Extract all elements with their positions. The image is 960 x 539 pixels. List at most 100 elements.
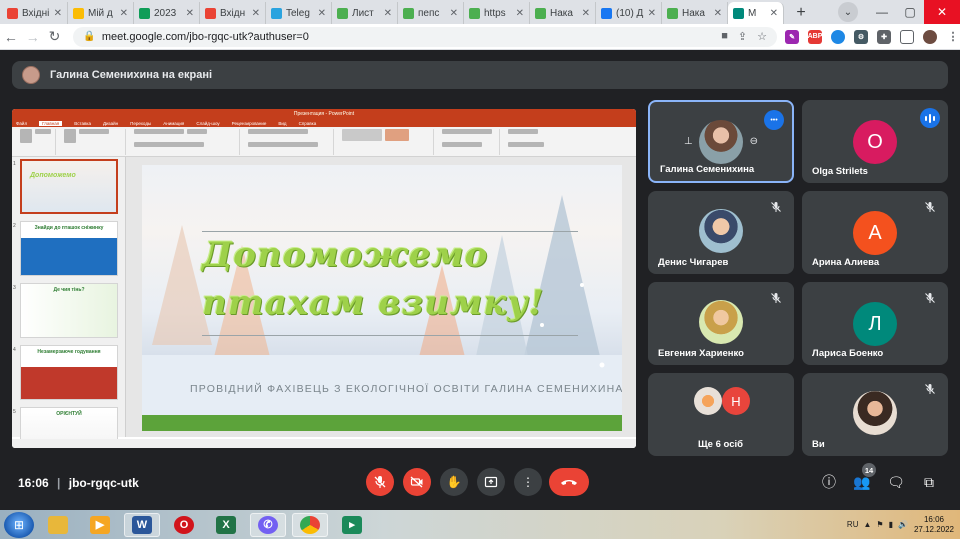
menu-kebab-icon[interactable]: ⋮ [946, 30, 960, 44]
language-indicator[interactable]: RU [847, 520, 859, 529]
participant-tile[interactable]: ••• ⊥ ⊖ Галина Семенихина [648, 100, 794, 183]
taskbar-media-player[interactable]: ▶ [82, 513, 118, 537]
share-icon[interactable]: ⇪ [738, 30, 747, 43]
tab-search-button[interactable]: ⌄ [838, 2, 858, 22]
present-screen-button[interactable] [477, 468, 505, 496]
back-button[interactable]: ← [0, 29, 22, 45]
tab-close-icon[interactable]: ✕ [582, 8, 590, 19]
microphone-toggle-button[interactable] [366, 468, 394, 496]
tab-close-icon[interactable]: ✕ [318, 8, 326, 19]
more-options-button[interactable]: ⋮ [514, 468, 542, 496]
taskbar-opera[interactable]: O [166, 513, 202, 537]
window-controls: ⌄ — ▢ ✕ [838, 0, 960, 24]
forward-button[interactable]: → [22, 29, 44, 45]
browser-tab[interactable]: Нака ✕ [662, 2, 728, 24]
close-window-button[interactable]: ✕ [924, 0, 960, 24]
blue-extension-icon[interactable] [831, 29, 845, 44]
maximize-button[interactable]: ▢ [896, 5, 924, 19]
flag-icon[interactable]: ⚑ [876, 520, 883, 529]
browser-tab[interactable]: пепс ✕ [398, 2, 464, 24]
slide-thumbnail[interactable]: Знайди до пташок сніжинку [20, 221, 118, 276]
tab-close-icon[interactable]: ✕ [384, 8, 392, 19]
more-vert-icon: ⋮ [522, 475, 534, 489]
slide-thumbnail[interactable]: Допоможемо [20, 159, 118, 214]
taskbar-app-green[interactable]: ▸ [334, 513, 370, 537]
adblock-extension-icon[interactable]: ABP [808, 29, 822, 44]
address-bar[interactable]: 🔒 meet.google.com/jbo-rgqc-utk?authuser=… [73, 26, 777, 47]
tab-close-icon[interactable]: ✕ [770, 8, 778, 19]
ribbon-group-font [130, 128, 240, 155]
ribbon-tab[interactable]: Справка [299, 121, 317, 126]
start-button[interactable]: ⊞ [4, 511, 34, 538]
ribbon-tab[interactable]: Переходы [130, 121, 151, 126]
taskbar-chrome[interactable] [292, 512, 328, 537]
browser-tab[interactable]: Вхідні ✕ [2, 2, 68, 24]
browser-tab[interactable]: 2023 ✕ [134, 2, 200, 24]
pin-icon[interactable]: ⊥ [684, 136, 693, 147]
tab-close-icon[interactable]: ✕ [54, 8, 62, 19]
show-hidden-icons-icon[interactable]: ▲ [863, 520, 871, 529]
tab-close-icon[interactable]: ✕ [120, 8, 128, 19]
leave-call-button[interactable] [549, 468, 589, 496]
browser-tab[interactable]: Нака ✕ [530, 2, 596, 24]
participant-tile[interactable]: Денис Чигарев [648, 191, 794, 274]
ribbon-tab[interactable]: Файл [16, 121, 27, 126]
bookmark-star-icon[interactable]: ☆ [757, 30, 767, 43]
ribbon-tab[interactable]: Слайд-шоу [196, 121, 219, 126]
ribbon-tab[interactable]: Вставка [74, 121, 91, 126]
ribbon-tab[interactable]: Дизайн [103, 121, 118, 126]
taskbar-word[interactable]: W [124, 512, 160, 537]
participant-tile[interactable]: Н Ще 6 осіб [648, 373, 794, 456]
tab-close-icon[interactable]: ✕ [714, 8, 722, 19]
taskbar-explorer[interactable] [40, 513, 76, 537]
tab-close-icon[interactable]: ✕ [252, 8, 260, 19]
puzzle-icon[interactable]: ✚ [877, 29, 891, 44]
camera-toggle-button[interactable] [403, 468, 431, 496]
powerpoint-titlebar: Презентация - PowerPoint [12, 109, 636, 119]
taskbar-viber[interactable]: ✆ [250, 512, 286, 537]
participant-tile[interactable]: Евгения Хариенко [648, 282, 794, 365]
minimize-button[interactable]: — [868, 5, 896, 19]
system-clock[interactable]: 16:06 27.12.2022 [914, 515, 954, 535]
mic-off-icon [770, 200, 782, 212]
activities-button[interactable]: ⧉ [920, 473, 938, 491]
participant-name: Галина Семенихина [660, 164, 755, 175]
browser-tab[interactable]: Мій д ✕ [68, 2, 134, 24]
reload-button[interactable]: ↻ [44, 28, 66, 45]
tab-label: Мій д [88, 7, 113, 19]
browser-tab[interactable]: Лист ✕ [332, 2, 398, 24]
profile-avatar[interactable] [923, 29, 937, 44]
slide-thumbnail[interactable]: Де чия тінь? [20, 283, 118, 338]
gear-extension-icon[interactable]: ⚙ [854, 29, 868, 44]
slide-thumbnail[interactable]: Незамерзаюче годування [20, 345, 118, 400]
ribbon-tab[interactable]: Анимация [163, 121, 184, 126]
meeting-details-button[interactable]: ⓘ [820, 473, 838, 491]
tab-close-icon[interactable]: ✕ [450, 8, 458, 19]
new-tab-button[interactable]: + [790, 2, 812, 24]
side-panel-icon[interactable] [900, 29, 914, 44]
browser-tab[interactable]: https ✕ [464, 2, 530, 24]
browser-tab[interactable]: Вхідн ✕ [200, 2, 266, 24]
browser-tab[interactable]: Teleg ✕ [266, 2, 332, 24]
browser-tab[interactable]: (10) Д ✕ [596, 2, 662, 24]
raise-hand-button[interactable]: ✋ [440, 468, 468, 496]
taskbar-excel[interactable]: X [208, 513, 244, 537]
ribbon-tab[interactable]: Рецензирование [232, 121, 267, 126]
ribbon-tab[interactable]: Вид [278, 121, 286, 126]
tile-more-options-button[interactable]: ••• [764, 110, 784, 130]
volume-icon[interactable]: 🔊 [898, 520, 908, 529]
tab-close-icon[interactable]: ✕ [648, 8, 656, 19]
remove-icon[interactable]: ⊖ [750, 136, 758, 147]
ribbon-tab[interactable]: Главная [39, 120, 63, 126]
participant-tile[interactable]: Л Лариса Боенко [802, 282, 948, 365]
tab-close-icon[interactable]: ✕ [186, 8, 194, 19]
network-icon[interactable]: ▮ [889, 520, 893, 529]
camera-icon[interactable]: ■ [721, 30, 728, 43]
chat-button[interactable]: 🗨 [887, 473, 905, 491]
participant-tile[interactable]: O Olga Strilets [802, 100, 948, 183]
participant-tile[interactable]: A Арина Алиева [802, 191, 948, 274]
pen-extension-icon[interactable]: ✎ [785, 29, 799, 44]
participant-tile[interactable]: Ви [802, 373, 948, 456]
browser-tab[interactable]: М ✕ [728, 2, 784, 24]
tab-close-icon[interactable]: ✕ [516, 8, 524, 19]
